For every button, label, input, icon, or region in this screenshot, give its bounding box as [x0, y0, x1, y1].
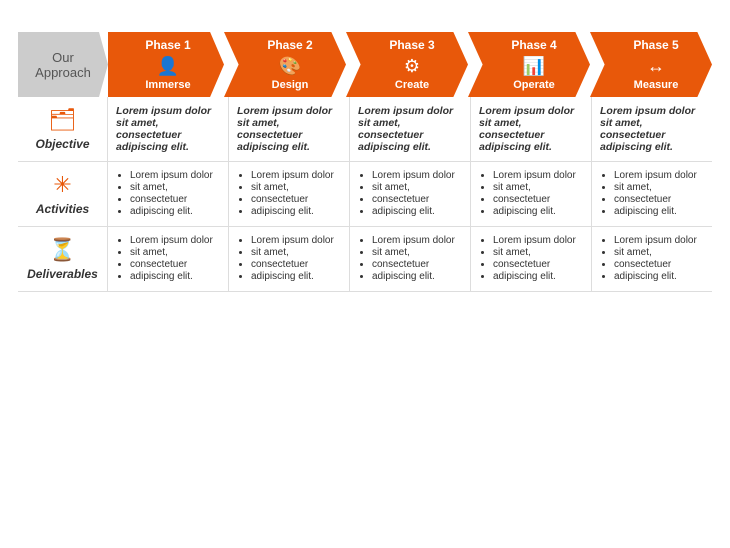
- phase-name-3: Create: [395, 79, 429, 91]
- phase-name-4: Operate: [513, 79, 555, 91]
- list-item: Lorem ipsum dolor: [372, 170, 462, 181]
- cell-objective-4: Lorem ipsum dolor sit amet, consectetuer…: [471, 97, 592, 162]
- cell-activities-1: Lorem ipsum dolorsit amet,consectetuerad…: [108, 162, 229, 227]
- cell-objective-3: Lorem ipsum dolor sit amet, consectetuer…: [350, 97, 471, 162]
- list-item: consectetuer: [130, 194, 220, 205]
- phase-num-4: Phase 4: [511, 38, 556, 52]
- list-item: adipiscing elit.: [614, 206, 704, 217]
- cell-deliverables-3: Lorem ipsum dolorsit amet,consectetuerad…: [350, 227, 471, 292]
- objective-icon: 🗂: [49, 107, 77, 133]
- list-item: consectetuer: [251, 259, 341, 270]
- list-item: sit amet,: [251, 247, 341, 258]
- list-item: consectetuer: [493, 194, 583, 205]
- list-item: sit amet,: [251, 182, 341, 193]
- list-item: Lorem ipsum dolor: [372, 235, 462, 246]
- list-item: consectetuer: [372, 259, 462, 270]
- list-item: Lorem ipsum dolor: [493, 235, 583, 246]
- phase-num-2: Phase 2: [267, 38, 312, 52]
- list-item: sit amet,: [372, 182, 462, 193]
- list-item: adipiscing elit.: [130, 206, 220, 217]
- deliverables-label: Deliverables: [27, 267, 98, 281]
- list-item: Lorem ipsum dolor: [130, 170, 220, 181]
- list-item: adipiscing elit.: [493, 206, 583, 217]
- deliverables-icon: ⏳: [49, 237, 76, 263]
- phase-name-5: Measure: [634, 79, 679, 91]
- row-cells-deliverables: Lorem ipsum dolorsit amet,consectetuerad…: [108, 227, 712, 292]
- list-item: sit amet,: [130, 182, 220, 193]
- phases-row: Phase 1 👤 Immerse Phase 2 🎨 Design Phase…: [108, 32, 712, 97]
- phase-name-2: Design: [272, 79, 309, 91]
- activities-label: Activities: [36, 202, 89, 216]
- list-item: Lorem ipsum dolor: [251, 235, 341, 246]
- list-item: adipiscing elit.: [251, 271, 341, 282]
- list-item: adipiscing elit.: [372, 271, 462, 282]
- phase-icon-5: ↔: [647, 56, 665, 77]
- row-label-deliverables: ⏳ Deliverables: [18, 227, 108, 292]
- row-label-activities: ✳ Activities: [18, 162, 108, 227]
- list-item: Lorem ipsum dolor: [614, 235, 704, 246]
- phase-icon-1: 👤: [157, 56, 179, 77]
- cell-activities-4: Lorem ipsum dolorsit amet,consectetuerad…: [471, 162, 592, 227]
- list-item: consectetuer: [130, 259, 220, 270]
- page: OurApproach Phase 1 👤 Immerse Phase 2 🎨 …: [0, 0, 730, 548]
- phase-4: Phase 4 📊 Operate: [468, 32, 590, 97]
- phase-icon-3: ⚙: [404, 56, 420, 77]
- objective-label: Objective: [35, 137, 89, 151]
- list-item: sit amet,: [493, 247, 583, 258]
- approach-label: OurApproach: [18, 32, 108, 97]
- list-item: Lorem ipsum dolor: [493, 170, 583, 181]
- activities-icon: ✳: [53, 172, 71, 198]
- list-item: sit amet,: [614, 182, 704, 193]
- list-item: consectetuer: [614, 194, 704, 205]
- list-item: adipiscing elit.: [614, 271, 704, 282]
- list-item: Lorem ipsum dolor: [251, 170, 341, 181]
- list-item: adipiscing elit.: [493, 271, 583, 282]
- section-row-deliverables: ⏳ Deliverables Lorem ipsum dolorsit amet…: [18, 227, 712, 292]
- phase-num-5: Phase 5: [633, 38, 678, 52]
- cell-objective-2: Lorem ipsum dolor sit amet, consectetuer…: [229, 97, 350, 162]
- section-row-activities: ✳ Activities Lorem ipsum dolorsit amet,c…: [18, 162, 712, 227]
- cell-deliverables-5: Lorem ipsum dolorsit amet,consectetuerad…: [592, 227, 712, 292]
- list-item: consectetuer: [614, 259, 704, 270]
- content-rows: 🗂 Objective Lorem ipsum dolor sit amet, …: [18, 97, 712, 292]
- cell-activities-3: Lorem ipsum dolorsit amet,consectetuerad…: [350, 162, 471, 227]
- row-cells-activities: Lorem ipsum dolorsit amet,consectetuerad…: [108, 162, 712, 227]
- phase-icon-4: 📊: [523, 56, 545, 77]
- phase-icon-2: 🎨: [279, 56, 301, 77]
- cell-objective-1: Lorem ipsum dolor sit amet, consectetuer…: [108, 97, 229, 162]
- list-item: sit amet,: [372, 247, 462, 258]
- list-item: consectetuer: [251, 194, 341, 205]
- phase-1: Phase 1 👤 Immerse: [108, 32, 224, 97]
- phase-section: OurApproach Phase 1 👤 Immerse Phase 2 🎨 …: [18, 32, 712, 97]
- list-item: sit amet,: [614, 247, 704, 258]
- list-item: sit amet,: [493, 182, 583, 193]
- cell-deliverables-4: Lorem ipsum dolorsit amet,consectetuerad…: [471, 227, 592, 292]
- phase-3: Phase 3 ⚙ Create: [346, 32, 468, 97]
- cell-objective-5: Lorem ipsum dolor sit amet, consectetuer…: [592, 97, 712, 162]
- phase-2: Phase 2 🎨 Design: [224, 32, 346, 97]
- row-label-objective: 🗂 Objective: [18, 97, 108, 162]
- list-item: adipiscing elit.: [372, 206, 462, 217]
- list-item: Lorem ipsum dolor: [130, 235, 220, 246]
- cell-deliverables-1: Lorem ipsum dolorsit amet,consectetuerad…: [108, 227, 229, 292]
- list-item: Lorem ipsum dolor: [614, 170, 704, 181]
- phase-num-1: Phase 1: [145, 38, 190, 52]
- cell-deliverables-2: Lorem ipsum dolorsit amet,consectetuerad…: [229, 227, 350, 292]
- list-item: adipiscing elit.: [251, 206, 341, 217]
- list-item: consectetuer: [372, 194, 462, 205]
- phase-5: Phase 5 ↔ Measure: [590, 32, 712, 97]
- cell-activities-5: Lorem ipsum dolorsit amet,consectetuerad…: [592, 162, 712, 227]
- list-item: adipiscing elit.: [130, 271, 220, 282]
- list-item: sit amet,: [130, 247, 220, 258]
- phase-name-1: Immerse: [145, 79, 190, 91]
- cell-activities-2: Lorem ipsum dolorsit amet,consectetuerad…: [229, 162, 350, 227]
- list-item: consectetuer: [493, 259, 583, 270]
- phase-num-3: Phase 3: [389, 38, 434, 52]
- section-row-objective: 🗂 Objective Lorem ipsum dolor sit amet, …: [18, 97, 712, 162]
- row-cells-objective: Lorem ipsum dolor sit amet, consectetuer…: [108, 97, 712, 162]
